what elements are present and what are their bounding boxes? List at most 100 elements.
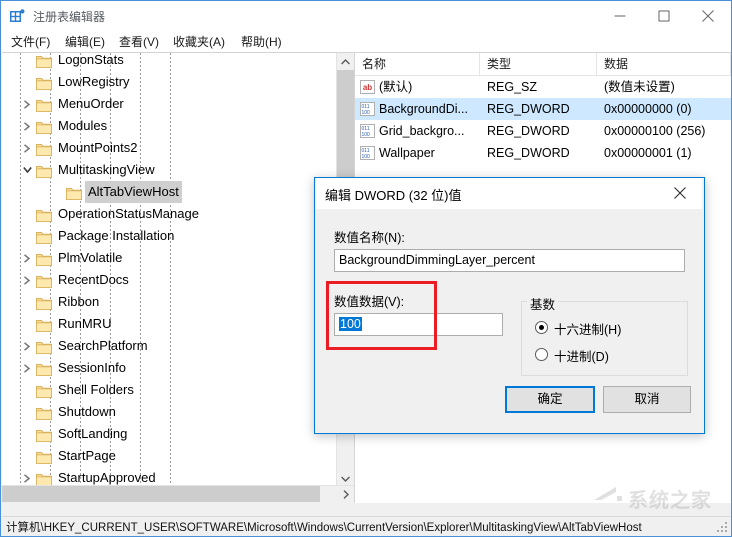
tree-item-label: LogonStats xyxy=(55,52,127,71)
tree-horizontal-scrollbar[interactable] xyxy=(2,485,354,503)
tree-item-label: AltTabViewHost xyxy=(85,181,182,203)
maximize-icon[interactable] xyxy=(642,1,686,30)
value-data-field[interactable]: 100 xyxy=(334,313,503,336)
folder-icon xyxy=(36,75,52,89)
svg-text:100: 100 xyxy=(362,154,371,160)
folder-icon xyxy=(36,53,52,67)
svg-text:ab: ab xyxy=(363,83,372,92)
column-header-0[interactable]: 名称 xyxy=(355,53,480,75)
folder-icon xyxy=(36,97,52,111)
value-data: 0x00000000 (0) xyxy=(604,98,692,120)
tree-item-label: MultitaskingView xyxy=(55,159,158,181)
dialog-title: 编辑 DWORD (32 位)值 xyxy=(325,185,462,204)
value-type: REG_DWORD xyxy=(487,98,570,120)
folder-icon xyxy=(36,273,52,287)
ok-button[interactable]: 确定 xyxy=(505,386,595,413)
tree-item-label: Modules xyxy=(55,115,110,137)
folder-icon xyxy=(36,449,52,463)
folder-icon xyxy=(36,317,52,331)
tree-item-label: StartPage xyxy=(55,445,119,467)
value-name: BackgroundDi... xyxy=(379,98,468,120)
binary-value-icon: 011100 xyxy=(360,146,375,160)
folder-icon xyxy=(36,229,52,243)
menu-item-3[interactable]: 收藏夹(A) xyxy=(171,34,227,51)
value-row-0[interactable]: ab (默认) REG_SZ (数值未设置) xyxy=(355,76,731,98)
chevron-down-icon[interactable] xyxy=(20,159,36,181)
value-name-label: 数值名称(N): xyxy=(334,227,405,246)
folder-icon xyxy=(36,141,52,155)
registry-tree-pane: LogonStatsLowRegistryMenuOrderModulesMou… xyxy=(2,52,355,503)
value-name: Grid_backgro... xyxy=(379,120,464,142)
registry-editor-window: 注册表编辑器 文件(F) 编辑(E) 查看(V) 收藏夹(A) 帮助(H) LogonS… xyxy=(0,0,732,537)
tree-item-label: Package Installation xyxy=(55,225,177,247)
title-bar: 注册表编辑器 xyxy=(1,1,731,31)
cancel-button[interactable]: 取消 xyxy=(603,386,691,413)
menu-item-4[interactable]: 帮助(H) xyxy=(239,34,284,51)
value-type: REG_DWORD xyxy=(487,120,570,142)
value-data: (数值未设置) xyxy=(604,76,675,98)
window-title: 注册表编辑器 xyxy=(33,8,105,25)
tree-item-label: OperationStatusManage xyxy=(55,203,202,225)
edit-dword-dialog: 编辑 DWORD (32 位)值 数值名称(N): BackgroundDimm… xyxy=(314,177,705,434)
binary-value-icon: 011100 xyxy=(360,124,375,138)
value-row-1[interactable]: 011100 BackgroundDi... REG_DWORD 0x00000000… xyxy=(355,98,731,120)
value-type: REG_SZ xyxy=(487,76,537,98)
resize-grip-icon[interactable] xyxy=(716,521,728,533)
radio-decimal-dot xyxy=(535,348,548,361)
chevron-right-icon[interactable] xyxy=(20,247,36,269)
menu-bar: 文件(F) 编辑(E) 查看(V) 收藏夹(A) 帮助(H) xyxy=(1,31,731,52)
dialog-close-icon[interactable] xyxy=(657,178,702,208)
scroll-right-icon[interactable] xyxy=(337,486,354,502)
value-name-field[interactable]: BackgroundDimmingLayer_percent xyxy=(334,249,685,272)
menu-item-0[interactable]: 文件(F) xyxy=(9,34,52,51)
column-header-2[interactable]: 数据 xyxy=(597,53,731,75)
value-data-text: 100 xyxy=(339,317,362,331)
status-bar: 计算机\HKEY_CURRENT_USER\SOFTWARE\Microsoft… xyxy=(2,516,730,535)
tree-item-label: Ribbon xyxy=(55,291,102,313)
tree-item-label: SearchPlatform xyxy=(55,335,151,357)
chevron-right-icon[interactable] xyxy=(20,115,36,137)
value-data-label: 数值数据(V): xyxy=(334,291,404,310)
tree-hscroll-thumb[interactable] xyxy=(2,486,320,502)
chevron-right-icon[interactable] xyxy=(20,269,36,291)
tree-item-label: PlmVolatile xyxy=(55,247,125,269)
values-column-headers: 名称类型数据 xyxy=(355,53,731,76)
folder-icon xyxy=(36,405,52,419)
dialog-title-bar: 编辑 DWORD (32 位)值 xyxy=(315,178,702,209)
folder-icon xyxy=(36,427,52,441)
chevron-right-icon[interactable] xyxy=(20,335,36,357)
svg-text:100: 100 xyxy=(362,110,371,116)
tree-item-label: SessionInfo xyxy=(55,357,129,379)
binary-value-icon: 011100 xyxy=(360,102,375,116)
scroll-up-icon[interactable] xyxy=(337,53,354,70)
folder-icon xyxy=(36,207,52,221)
value-row-2[interactable]: 011100Grid_backgro...REG_DWORD0x00000100… xyxy=(355,120,731,142)
tree-guide-lines xyxy=(2,53,342,503)
column-header-1[interactable]: 类型 xyxy=(480,53,597,75)
radio-decimal-label: 十进制(D) xyxy=(554,346,609,365)
chevron-right-icon[interactable] xyxy=(20,137,36,159)
menu-item-2[interactable]: 查看(V) xyxy=(117,34,161,51)
tree-item-label: RunMRU xyxy=(55,313,114,335)
tree-item-label: MenuOrder xyxy=(55,93,127,115)
menu-item-1[interactable]: 编辑(E) xyxy=(63,34,107,51)
folder-icon xyxy=(36,471,52,485)
minimize-icon[interactable] xyxy=(598,1,642,30)
value-type: REG_DWORD xyxy=(487,142,570,164)
chevron-right-icon[interactable] xyxy=(20,357,36,379)
chevron-right-icon[interactable] xyxy=(20,93,36,115)
svg-text:100: 100 xyxy=(362,132,371,138)
folder-icon xyxy=(36,361,52,375)
base-group-label: 基数 xyxy=(527,294,558,313)
value-row-3[interactable]: 011100 Wallpaper REG_DWORD 0x00000001 (1) xyxy=(355,142,731,164)
tree-item-label: MountPoints2 xyxy=(55,137,141,159)
value-name: (默认) xyxy=(379,76,412,98)
tree-item-label: Shutdown xyxy=(55,401,119,423)
folder-icon xyxy=(36,295,52,309)
registry-editor-icon xyxy=(10,9,25,24)
tree-guide-5 xyxy=(170,53,171,503)
value-name: Wallpaper xyxy=(379,142,435,164)
folder-icon xyxy=(36,339,52,353)
close-icon[interactable] xyxy=(686,1,730,30)
value-data: 0x00000001 (1) xyxy=(604,142,692,164)
